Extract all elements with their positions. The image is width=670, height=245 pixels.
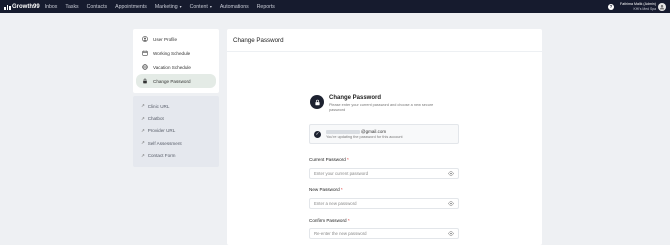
new-password-label: New Password * [309, 187, 343, 192]
nav-item-label: Tasks [65, 3, 79, 10]
sidebar-item-user-profile[interactable]: User Profile [136, 32, 216, 46]
nav-item-label: Inbox [44, 3, 58, 10]
avatar[interactable] [658, 2, 666, 11]
change-password-intro: Change Password Please enter your curren… [310, 95, 439, 113]
user-menu[interactable]: ? Fathima Malik (Admin) KHI's Med Spa [608, 1, 666, 12]
link-label: Contact Form [147, 153, 176, 159]
question-circle-icon[interactable]: ? [608, 3, 615, 10]
nav-item-inbox[interactable]: Inbox [45, 4, 58, 10]
nav-item-content[interactable]: Content ▾ [190, 4, 212, 10]
link-label: Clinic URL [147, 103, 170, 109]
check-circle-icon: ✓ [314, 130, 321, 138]
new-password-field[interactable]: Enter a new password [309, 198, 459, 209]
confirm-password-label: Confirm Password * [309, 218, 350, 223]
nav-item-label: Reports [256, 3, 275, 10]
email-domain: @gmail.com [361, 129, 387, 134]
external-links-panel: ↗ Clinic URL ↗ Chatbot ↗ Provider URL ↗ Self… [133, 96, 219, 167]
current-password-label: Current Password * [309, 157, 349, 162]
nav-item-label: Automations [219, 3, 249, 10]
sidebar-item-label: User Profile [153, 36, 177, 42]
section-description: Please enter your current password and c… [329, 103, 434, 112]
field-label-text: New Password [309, 187, 340, 192]
top-navigation-bar: Growth99 Inbox Tasks Contacts Appointmen… [0, 0, 670, 13]
confirm-password-field[interactable]: Re-enter the new password [309, 228, 459, 239]
change-password-panel: Change Password Change Password Please e… [227, 29, 542, 245]
external-link-icon: ↗ [141, 103, 145, 109]
required-mark: * [347, 157, 349, 162]
field-placeholder: Enter your current password [314, 171, 368, 176]
nav-item-appointments[interactable]: Appointments [115, 4, 147, 10]
nav-item-label: Contacts [86, 3, 108, 10]
link-label: Self Assessment [147, 140, 182, 146]
logo-icon [4, 4, 12, 10]
nav-item-label: Appointments [115, 3, 147, 10]
current-password-field[interactable]: Enter your current password [309, 168, 459, 179]
lock-icon [314, 99, 320, 105]
link-chatbot[interactable]: ↗ Chatbot [133, 112, 219, 124]
chevron-down-icon: ▾ [209, 4, 212, 9]
user-name: Fathima Malik (Admin) [620, 1, 656, 6]
required-mark: * [340, 187, 343, 192]
eye-icon[interactable] [448, 231, 454, 236]
chevron-down-icon: ▾ [179, 4, 182, 9]
field-label-text: Current Password [309, 157, 346, 162]
sidebar-item-label: Vacation Schedule [153, 64, 191, 70]
redacted-email-prefix [326, 129, 360, 134]
user-company: KHI's Med Spa [633, 6, 656, 11]
nav-item-label: Marketing [154, 3, 178, 10]
sidebar-item-label: Working Schedule [153, 50, 191, 56]
calendar-icon [142, 50, 148, 56]
page-title: Change Password [227, 29, 542, 52]
link-provider-url[interactable]: ↗ Provider URL [133, 125, 219, 137]
link-contact-form[interactable]: ↗ Contact Form [133, 150, 219, 162]
section-title: Change Password [329, 95, 382, 101]
field-placeholder: Enter a new password [314, 201, 357, 206]
brand-name: Growth99 [12, 3, 40, 10]
lock-icon [142, 78, 148, 84]
link-label: Provider URL [147, 128, 176, 134]
sidebar-item-label: Change Password [153, 78, 191, 84]
nav-item-reports[interactable]: Reports [257, 4, 275, 10]
user-info: Fathima Malik (Admin) KHI's Med Spa [620, 2, 656, 12]
user-circle-icon [142, 36, 148, 42]
nav-item-tasks[interactable]: Tasks [65, 4, 78, 10]
eye-icon[interactable] [448, 171, 454, 176]
sidebar-item-working-schedule[interactable]: Working Schedule [136, 46, 216, 60]
required-mark: * [347, 218, 350, 223]
nav-item-automations[interactable]: Automations [220, 4, 249, 10]
link-clinic-url[interactable]: ↗ Clinic URL [133, 100, 219, 112]
sidebar-item-vacation-schedule[interactable]: Vacation Schedule [136, 60, 216, 74]
external-link-icon: ↗ [141, 127, 145, 133]
field-label-text: Confirm Password [309, 218, 347, 223]
nav-item-marketing[interactable]: Marketing ▾ [155, 4, 182, 10]
external-link-icon: ↗ [141, 152, 145, 158]
account-info-box: ✓ @gmail.com You're updating the passwor… [309, 124, 459, 144]
globe-icon [142, 64, 148, 70]
external-link-icon: ↗ [141, 140, 145, 146]
eye-icon[interactable] [448, 201, 454, 206]
main-nav: Inbox Tasks Contacts Appointments Market… [45, 4, 283, 10]
lock-badge [310, 95, 324, 109]
link-label: Chatbot [147, 116, 164, 122]
brand-logo[interactable]: Growth99 [4, 4, 40, 10]
account-note: You're updating the password for this ac… [326, 135, 403, 139]
external-link-icon: ↗ [141, 115, 145, 121]
user-icon [659, 4, 665, 9]
account-email: @gmail.com [326, 129, 403, 134]
nav-item-label: Content [189, 3, 208, 10]
sidebar-item-change-password[interactable]: Change Password [136, 74, 216, 88]
settings-menu: User Profile Working Schedule Vacation S… [133, 29, 219, 93]
link-self-assessment[interactable]: ↗ Self Assessment [133, 137, 219, 149]
nav-item-contacts[interactable]: Contacts [87, 4, 107, 10]
field-placeholder: Re-enter the new password [314, 231, 367, 236]
